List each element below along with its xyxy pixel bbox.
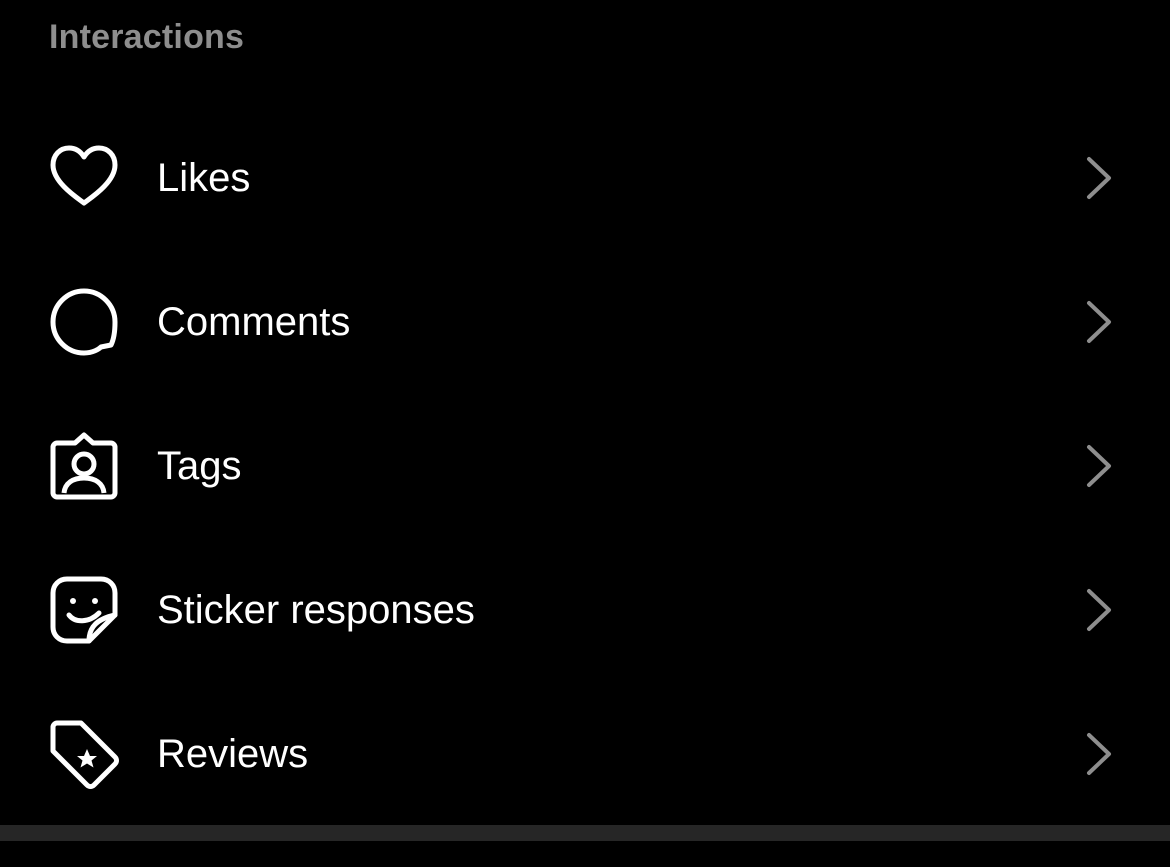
menu-item-label: Tags: [157, 444, 242, 488]
sticker-icon: [48, 576, 120, 644]
menu-item-reviews[interactable]: Reviews: [0, 681, 1170, 825]
section-header: Interactions: [49, 18, 245, 56]
chevron-right-icon: [1087, 301, 1111, 343]
menu-item-comments[interactable]: Comments: [0, 249, 1170, 393]
person-tag-icon: [48, 432, 120, 500]
star-tag-icon: [48, 720, 120, 789]
heart-icon: [48, 145, 120, 211]
menu-item-label: Reviews: [157, 732, 309, 776]
menu-item-likes[interactable]: Likes: [0, 105, 1170, 249]
section-divider: [0, 825, 1170, 841]
interactions-menu: Likes Comments Tags Sticker responses Re…: [0, 105, 1170, 825]
speech-bubble-icon: [48, 288, 120, 356]
chevron-right-icon: [1087, 157, 1111, 199]
menu-item-tags[interactable]: Tags: [0, 393, 1170, 537]
menu-item-sticker-responses[interactable]: Sticker responses: [0, 537, 1170, 681]
chevron-right-icon: [1087, 589, 1111, 631]
menu-item-label: Comments: [157, 300, 351, 344]
menu-item-label: Sticker responses: [157, 588, 475, 632]
chevron-right-icon: [1087, 445, 1111, 487]
chevron-right-icon: [1087, 733, 1111, 775]
menu-item-label: Likes: [157, 156, 251, 200]
